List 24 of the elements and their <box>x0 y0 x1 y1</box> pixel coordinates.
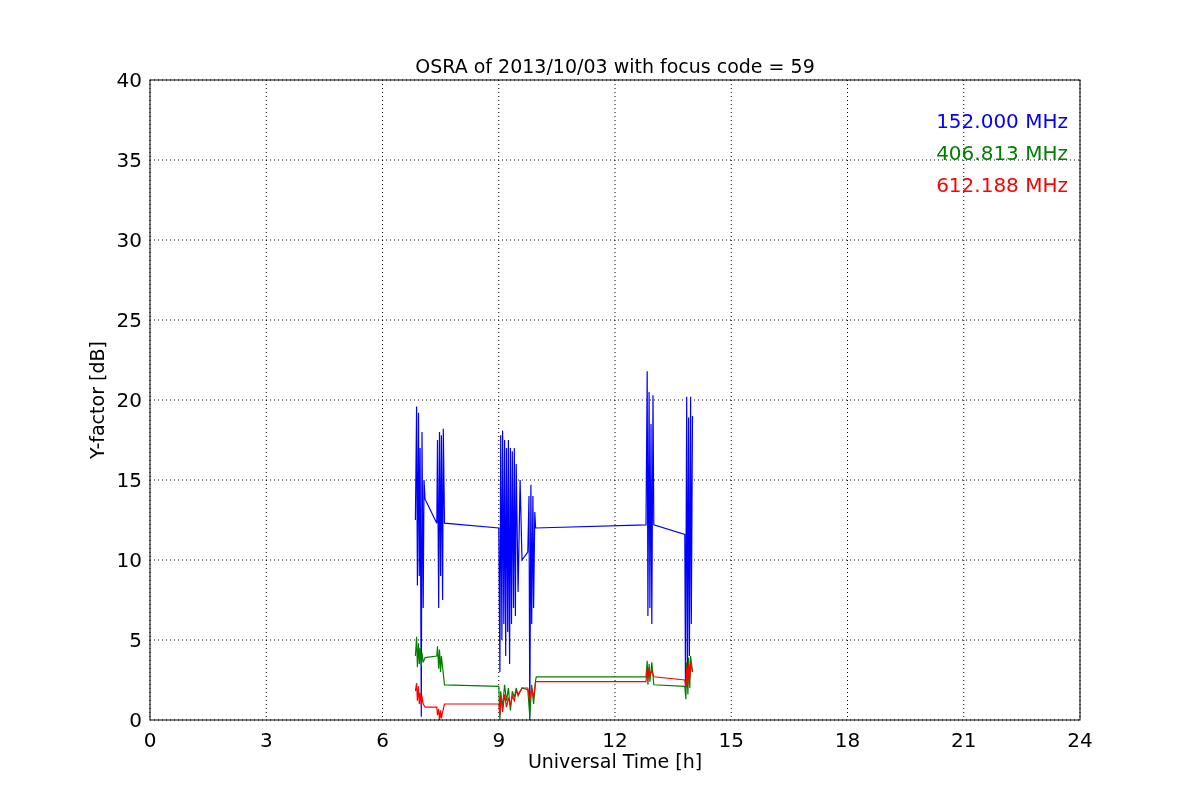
tick-label: 15 <box>116 468 142 492</box>
legend-label: 612.188 MHz <box>936 173 1068 197</box>
tick-label: 24 <box>1067 728 1093 752</box>
tick-label: 0 <box>143 728 157 752</box>
tick-label: 6 <box>376 728 389 752</box>
tick-label: 21 <box>951 728 977 752</box>
tick-label: 12 <box>602 728 628 752</box>
tick-label: 3 <box>259 728 273 752</box>
tick-label: 25 <box>116 308 142 332</box>
tick-label: 0 <box>129 708 142 732</box>
y-axis-label: Y-factor [dB] <box>86 341 108 459</box>
tick-label: 20 <box>116 388 142 412</box>
tick-label: 9 <box>492 728 506 752</box>
tick-label: 10 <box>116 548 142 572</box>
tick-label: 5 <box>129 628 142 652</box>
tick-label: 15 <box>718 728 744 752</box>
legend-label: 152.000 MHz <box>936 109 1068 133</box>
legend-label: 406.813 MHz <box>936 141 1068 165</box>
tick-label: 18 <box>834 728 861 752</box>
x-axis-label: Universal Time [h] <box>527 750 703 772</box>
tick-label: 30 <box>116 228 142 252</box>
tick-label: 35 <box>116 148 142 172</box>
chart-title: OSRA of 2013/10/03 with focus code = 59 <box>415 55 815 77</box>
tick-label: 40 <box>116 68 142 92</box>
